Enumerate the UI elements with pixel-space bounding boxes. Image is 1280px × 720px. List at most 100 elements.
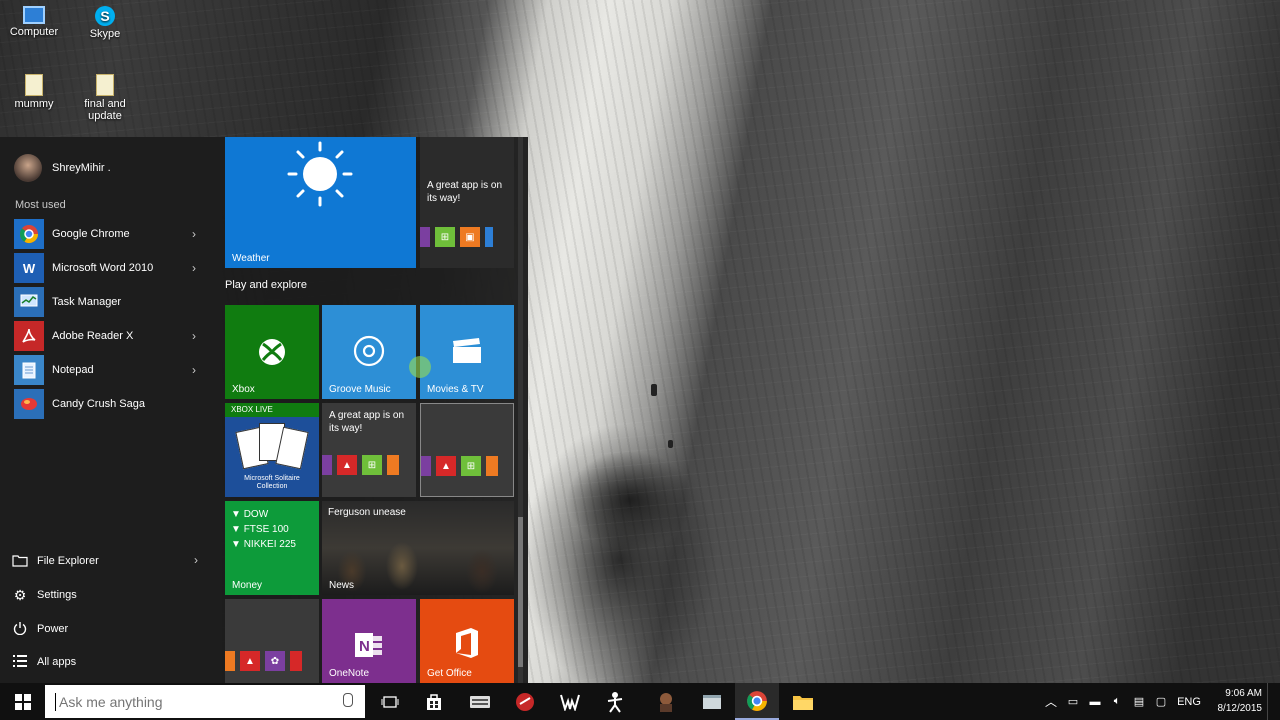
tile-label: Movies & TV — [427, 384, 484, 395]
tile-onenote[interactable]: N OneNote — [322, 599, 416, 683]
network-icon[interactable]: ▤ — [1128, 695, 1150, 708]
clapperboard-icon — [453, 338, 481, 363]
tile-weather[interactable]: Weather — [225, 137, 416, 268]
battery-icon[interactable]: ▬ — [1084, 696, 1106, 708]
chrome-icon — [14, 219, 44, 249]
tile-xbox[interactable]: Xbox — [225, 305, 319, 399]
power-icon — [12, 621, 28, 637]
tile-label: Money — [232, 580, 263, 591]
xbox-live-label: XBOX LIVE — [231, 405, 273, 414]
system-tray: ︿ ▭ ▬ 🔈︎ ▤ ▢ ENG — [1040, 683, 1206, 720]
store-icon — [427, 693, 441, 710]
tile-news[interactable]: Ferguson unease News — [322, 501, 514, 595]
clock[interactable]: 9:06 AM 8/12/2015 — [1202, 686, 1263, 716]
computer-icon — [23, 6, 45, 24]
candy-crush-icon — [14, 389, 44, 419]
taskbar-app-1[interactable] — [458, 683, 502, 720]
chevron-right-icon[interactable]: › — [192, 363, 196, 377]
tile-label: OneNote — [329, 668, 370, 679]
chevron-right-icon[interactable]: › — [192, 261, 196, 275]
news-headline: Ferguson unease — [328, 507, 406, 518]
most-used-item-candy-crush[interactable]: Candy Crush Saga — [14, 389, 204, 419]
chevron-right-icon[interactable]: › — [192, 329, 196, 343]
taskbar-chrome[interactable] — [735, 683, 779, 720]
file-icon — [96, 74, 114, 96]
promo-app-icons: ▲ ✿ — [225, 651, 302, 671]
clock-date: 8/12/2015 — [1217, 703, 1263, 714]
task-view-icon — [381, 695, 399, 708]
start-button[interactable] — [0, 683, 45, 720]
xbox-live-badge: XBOX LIVE — [225, 403, 319, 417]
avatar — [14, 154, 42, 182]
volume-icon[interactable]: 🔈︎ — [1106, 695, 1128, 708]
chevron-right-icon[interactable]: › — [192, 227, 196, 241]
tile-label: News — [329, 580, 355, 591]
microphone-icon[interactable] — [343, 693, 353, 707]
most-used-item-adobe-reader[interactable]: Adobe Reader X › — [14, 321, 204, 351]
ticker-label: DOW — [243, 509, 269, 520]
windows-logo-icon — [14, 693, 31, 710]
app-icon — [486, 456, 498, 476]
tile-promo-2[interactable]: A great app is on its way! ▲ ⊞ — [322, 403, 416, 497]
power-label: Power — [37, 623, 69, 635]
chevron-right-icon[interactable]: › — [194, 553, 198, 567]
most-used-item-word[interactable]: W Microsoft Word 2010 › — [14, 253, 204, 283]
tile-groove-music[interactable]: Groove Music — [322, 305, 416, 399]
cortana-search-box[interactable] — [45, 685, 365, 718]
playing-cards-icon — [235, 423, 309, 471]
most-used-item-label: Adobe Reader X — [52, 330, 134, 342]
desktop-icon-skype[interactable]: S Skype — [75, 6, 135, 40]
settings-label: Settings — [37, 589, 77, 601]
notification-message-icon[interactable]: ▢ — [1150, 695, 1172, 708]
tile-movies-tv[interactable]: Movies & TV — [420, 305, 514, 399]
all-apps-label: All apps — [37, 656, 77, 668]
app-icon: ▲ — [240, 651, 260, 671]
settings-item[interactable]: ⚙ Settings — [12, 582, 204, 608]
taskbar-app-5[interactable] — [644, 683, 688, 720]
taskbar-app-4[interactable] — [593, 683, 637, 720]
scrollbar-thumb[interactable] — [518, 517, 523, 667]
app-icon: ▲ — [436, 456, 456, 476]
show-desktop-button[interactable] — [1267, 683, 1280, 720]
adobe-reader-icon — [14, 321, 44, 351]
promo-app-icons: ▲ ⊞ — [421, 456, 498, 476]
app-icon — [421, 456, 431, 476]
most-used-item-chrome[interactable]: Google Chrome › — [14, 219, 204, 249]
climber-figure — [668, 440, 673, 448]
window-app-icon — [703, 694, 721, 709]
taskbar-file-explorer[interactable] — [781, 683, 825, 720]
tray-window-icon[interactable]: ▭ — [1062, 695, 1084, 708]
app-icon — [485, 227, 493, 247]
desktop-icon-computer[interactable]: Computer — [4, 6, 64, 38]
most-used-item-task-manager[interactable]: Task Manager — [14, 287, 204, 317]
tile-store-promo[interactable]: A great app is on its way! ⊞ ▣ — [420, 137, 514, 268]
taskbar-app-6[interactable] — [690, 683, 734, 720]
folder-icon — [793, 695, 813, 710]
search-input[interactable] — [57, 692, 331, 711]
desktop-icon-mummy[interactable]: mummy — [4, 74, 64, 110]
tile-label: Get Office — [427, 668, 472, 679]
user-account[interactable]: ShreyMihir . — [14, 153, 111, 183]
taskbar-app-3[interactable] — [548, 683, 592, 720]
language-indicator[interactable]: ENG — [1172, 696, 1206, 708]
most-used-item-notepad[interactable]: Notepad › — [14, 355, 204, 385]
file-explorer-item[interactable]: File Explorer › — [12, 548, 204, 574]
all-apps-item[interactable]: All apps — [12, 649, 204, 675]
tile-money[interactable]: ▼ DOW ▼ FTSE 100 ▼ NIKKEI 225 Money — [225, 501, 319, 595]
most-used-item-label: Candy Crush Saga — [52, 398, 145, 410]
most-used-label: Most used — [15, 199, 66, 211]
file-icon — [25, 74, 43, 96]
ticker-label: FTSE 100 — [243, 524, 289, 535]
taskbar-app-2[interactable] — [503, 683, 547, 720]
tile-get-office[interactable]: Get Office — [420, 599, 514, 683]
tile-promo-3[interactable]: ▲ ⊞ — [420, 403, 514, 497]
ticker-item: ▼ FTSE 100 — [231, 524, 289, 535]
taskbar-store[interactable] — [412, 683, 456, 720]
desktop-icon-final[interactable]: final and update — [75, 74, 135, 122]
chevron-up-icon[interactable]: ︿ — [1040, 693, 1062, 710]
ticker-item: ▼ DOW — [231, 509, 269, 520]
task-view-button[interactable] — [368, 683, 412, 720]
power-item[interactable]: Power — [12, 616, 204, 642]
tile-promo-4[interactable]: ▲ ✿ — [225, 599, 319, 683]
tile-solitaire[interactable]: XBOX LIVE Microsoft Solitaire Collection — [225, 403, 319, 497]
